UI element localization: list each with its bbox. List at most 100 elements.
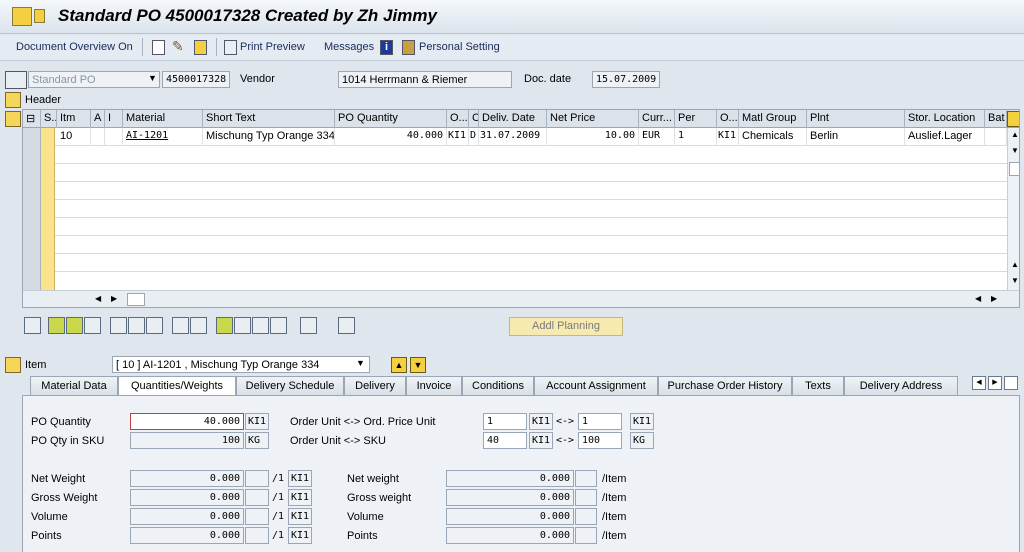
lock-icon[interactable] [128,317,145,334]
column-header[interactable]: Itm [57,110,91,128]
storage-location-cell[interactable]: Auslief.Lager [905,128,985,146]
scroll-right-icon[interactable]: ▶ [111,294,117,303]
scroll-thumb[interactable] [1009,162,1019,176]
order-unit-cell[interactable]: KI1 [447,128,469,146]
gross-weight-field[interactable]: 0.000 [130,489,244,506]
net-price-cell[interactable]: 10.00 [547,128,639,146]
scroll-up-icon[interactable]: ▲ [1011,260,1019,269]
table-row[interactable] [23,254,1007,272]
expand-header-icon[interactable] [5,92,21,108]
account-assignment-cell[interactable] [91,128,105,146]
sort-icon[interactable] [216,317,233,334]
column-config-icon[interactable] [1007,111,1019,127]
addl-planning-button[interactable]: Addl Planning [509,317,623,336]
order-price-unit-cell[interactable]: KI1 [717,128,739,146]
tab-scroll-right-icon[interactable]: ▶ [988,376,1002,390]
select-all-icon[interactable] [48,317,65,334]
row-selector[interactable] [23,182,41,200]
delete-icon[interactable] [110,317,127,334]
tab-delivery-address[interactable]: Delivery Address [844,376,958,395]
points-unit-field[interactable] [245,527,269,544]
tab-conditions[interactable]: Conditions [462,376,534,395]
scroll-down-icon[interactable]: ▼ [1011,146,1019,155]
net-weight-field[interactable]: 0.000 [130,470,244,487]
tab-purchase-order-history[interactable]: Purchase Order History [658,376,792,395]
column-header[interactable]: S.. [41,110,57,128]
column-header[interactable]: O... [447,110,469,128]
row-selector[interactable] [23,236,41,254]
new-document-icon[interactable] [152,40,165,55]
gross-weight-unit-field[interactable] [245,489,269,506]
material-cell[interactable]: AI-1201 [123,128,203,146]
scroll-left-icon[interactable]: ◀ [95,294,101,303]
ou-sku-left-field[interactable]: 40 [483,432,527,449]
item-select[interactable]: [ 10 ] AI-1201 , Mischung Typ Orange 334 [112,356,370,373]
print-preview-icon[interactable] [224,40,237,55]
deselect-all-icon[interactable] [84,317,101,334]
table-row[interactable] [23,272,1007,290]
column-header[interactable]: A [91,110,105,128]
table-row[interactable] [23,200,1007,218]
column-header[interactable]: PO Quantity [335,110,447,128]
tab-delivery-schedule[interactable]: Delivery Schedule [236,376,344,395]
unlock-icon[interactable] [146,317,163,334]
date-category-cell[interactable]: D [469,128,479,146]
column-header[interactable]: Short Text [203,110,335,128]
conditions-icon[interactable] [300,317,317,334]
row-selector[interactable] [23,164,41,182]
material-group-cell[interactable]: Chemicals [739,128,807,146]
volume-unit-field[interactable] [245,508,269,525]
short-text-cell[interactable]: Mischung Typ Orange 334 [203,128,335,146]
print-preview-button[interactable]: Print Preview [240,41,305,53]
paste-icon[interactable] [190,317,207,334]
system-menu-icon[interactable] [12,7,32,26]
tab-account-assignment[interactable]: Account Assignment [534,376,658,395]
table-row[interactable] [23,146,1007,164]
collapse-items-icon[interactable] [5,111,21,127]
currency-cell[interactable]: EUR [639,128,675,146]
ou-opu-left-field[interactable]: 1 [483,413,527,430]
filter-icon[interactable] [234,317,251,334]
filter-delete-icon[interactable] [270,317,287,334]
volume-field[interactable]: 0.000 [130,508,244,525]
personal-setting-button[interactable]: Personal Setting [419,41,500,53]
column-header[interactable]: I [105,110,123,128]
price-unit-cell[interactable]: 1 [675,128,717,146]
scroll-right-icon[interactable]: ▶ [991,294,997,303]
plant-cell[interactable]: Berlin [807,128,905,146]
column-header[interactable]: Stor. Location [905,110,985,128]
copy-icon[interactable] [172,317,189,334]
details-icon[interactable] [24,317,41,334]
batch-cell[interactable] [985,128,1007,146]
column-header[interactable]: Deliv. Date [479,110,547,128]
previous-item-icon[interactable]: ▲ [391,357,407,373]
net-weight-unit-field[interactable] [245,470,269,487]
po-quantity-field[interactable]: 40.000 [130,413,244,430]
tab-scroll-left-icon[interactable]: ◀ [972,376,986,390]
vendor-field[interactable]: 1014 Herrmann & Riemer [338,71,512,88]
table-row[interactable] [23,164,1007,182]
personal-setting-icon[interactable] [402,40,415,55]
table-row[interactable] [23,218,1007,236]
column-header[interactable]: Matl Group [739,110,807,128]
row-selector[interactable] [23,218,41,236]
column-header[interactable]: Per [675,110,717,128]
column-settings-icon[interactable]: ⊟ [23,110,41,128]
scroll-down-icon[interactable]: ▼ [1011,276,1019,285]
column-header[interactable]: C [469,110,479,128]
horizontal-scrollbar[interactable]: ◀ ▶ ◀ ▶ [23,290,1019,307]
tab-material-data[interactable]: Material Data [30,376,118,395]
item-number-cell[interactable]: 10 [57,128,91,146]
doc-date-field[interactable]: 15.07.2009 [592,71,660,88]
tab-invoice[interactable]: Invoice [406,376,462,395]
tab-list-icon[interactable] [1004,376,1018,390]
table-row[interactable]: 10 AI-1201 Mischung Typ Orange 334 40.00… [23,128,1007,146]
item-category-cell[interactable] [105,128,123,146]
display-change-icon[interactable]: ✎ [172,38,185,54]
shopping-cart-icon[interactable] [5,71,27,89]
column-header[interactable]: Bat [985,110,1007,128]
chevron-down-icon[interactable]: ▼ [356,358,365,368]
row-selector[interactable] [23,200,41,218]
column-header[interactable]: Curr... [639,110,675,128]
tab-texts[interactable]: Texts [792,376,844,395]
